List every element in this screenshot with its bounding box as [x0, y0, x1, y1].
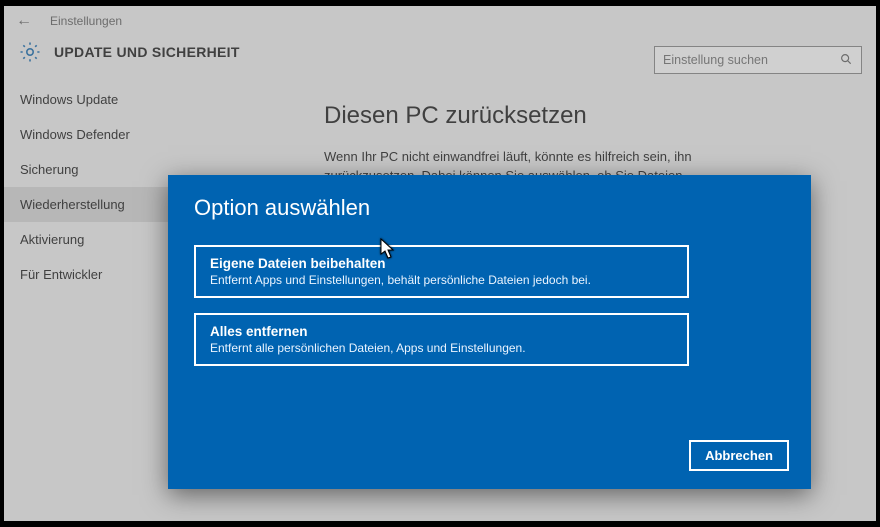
option-remove-everything[interactable]: Alles entfernen Entfernt alle persönlich…: [194, 313, 689, 366]
gear-icon: [18, 40, 42, 64]
dialog-title: Option auswählen: [194, 195, 785, 221]
search-box[interactable]: [654, 46, 862, 74]
sidebar-item-windows-defender[interactable]: Windows Defender: [4, 117, 184, 152]
window-header: ← Einstellungen: [4, 6, 876, 34]
section-title: UPDATE UND SICHERHEIT: [54, 44, 240, 60]
sidebar-item-wiederherstellung[interactable]: Wiederherstellung: [4, 187, 184, 222]
search-icon: [839, 52, 853, 69]
sidebar: Windows Update Windows Defender Sicherun…: [4, 78, 184, 513]
option-keep-files[interactable]: Eigene Dateien beibehalten Entfernt Apps…: [194, 245, 689, 298]
app-title: Einstellungen: [50, 14, 122, 28]
sidebar-item-windows-update[interactable]: Windows Update: [4, 82, 184, 117]
reset-option-dialog: Option auswählen Eigene Dateien beibehal…: [168, 175, 811, 489]
sidebar-item-fuer-entwickler[interactable]: Für Entwickler: [4, 257, 184, 292]
option-title: Alles entfernen: [210, 324, 673, 339]
search-input[interactable]: [663, 53, 839, 67]
sidebar-item-sicherung[interactable]: Sicherung: [4, 152, 184, 187]
cancel-button[interactable]: Abbrechen: [689, 440, 789, 471]
option-desc: Entfernt alle persönlichen Dateien, Apps…: [210, 341, 673, 355]
page-heading: Diesen PC zurücksetzen: [324, 102, 836, 130]
option-title: Eigene Dateien beibehalten: [210, 256, 673, 271]
option-desc: Entfernt Apps und Einstellungen, behält …: [210, 273, 673, 287]
sidebar-item-aktivierung[interactable]: Aktivierung: [4, 222, 184, 257]
back-arrow-icon[interactable]: ←: [16, 12, 32, 30]
